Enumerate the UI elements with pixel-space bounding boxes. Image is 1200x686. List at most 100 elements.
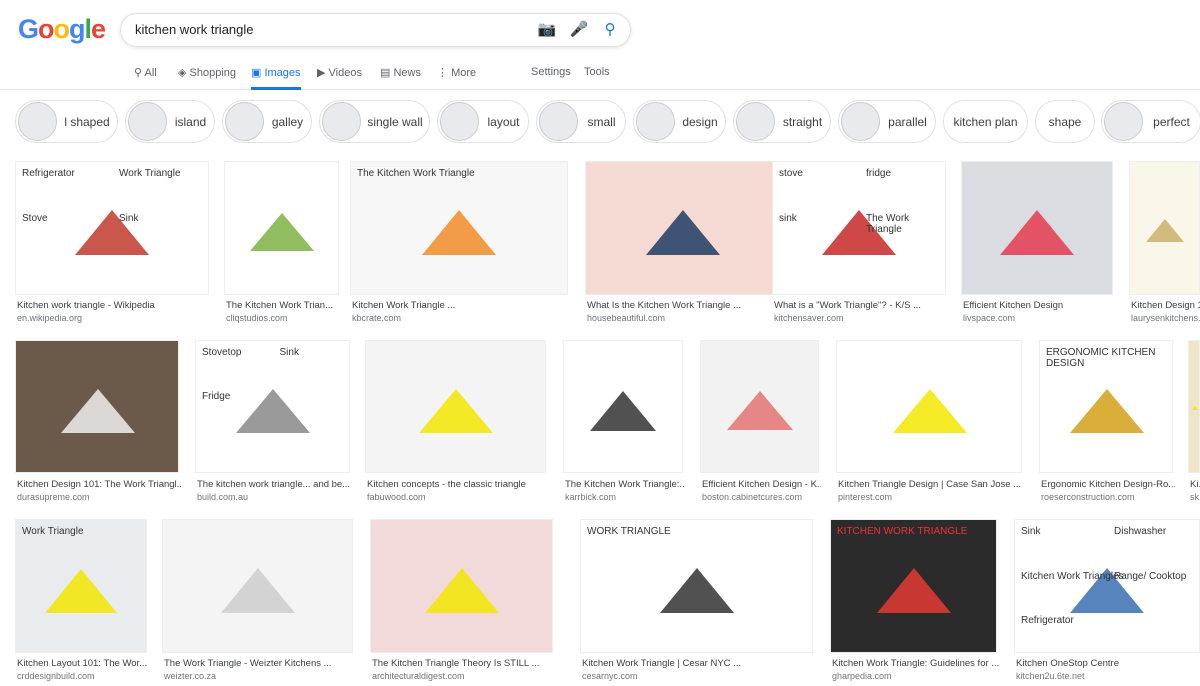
chip-island[interactable]: island — [125, 100, 215, 143]
chip-small[interactable]: small — [536, 100, 626, 143]
result-title[interactable]: Kitchen Work Triangle | Cesar NYC ... — [582, 658, 815, 671]
result-title[interactable]: Kitchen Layout 101: The Wor... — [17, 658, 149, 671]
result-title[interactable]: Kitchen Design 1... — [1131, 300, 1200, 313]
triangle-graphic — [220, 568, 295, 614]
tab-videos[interactable]: ▶ Videos — [317, 66, 362, 90]
mic-icon[interactable]: 🎤 — [569, 20, 589, 38]
image-label: Work Triangle — [119, 168, 181, 179]
chip-shape[interactable]: shape — [1035, 100, 1095, 143]
chip-perfect[interactable]: perfect — [1101, 100, 1200, 143]
image-caption[interactable]: Kitchen Triangle Design | Case San Jose … — [838, 479, 1024, 502]
camera-icon[interactable]: 📷 — [537, 20, 557, 38]
chip-galley[interactable]: galley — [222, 100, 312, 143]
result-title[interactable]: What is a "Work Triangle"? - K/S ... — [774, 300, 948, 313]
triangle-graphic — [590, 390, 657, 431]
chip-label: parallel — [888, 114, 927, 129]
image-thumbnail[interactable]: stove fridge sink The Work Triangle — [772, 161, 946, 295]
image-icon: ▣ — [251, 67, 265, 79]
image-caption[interactable]: Kitchen Work Triangle | Cesar NYC ... ces… — [582, 658, 815, 681]
image-caption[interactable]: The Work Triangle - Weizter Kitchens ...… — [164, 658, 355, 681]
tab-images[interactable]: ▣ Images — [251, 66, 301, 90]
image-caption[interactable]: Ki...sk... — [1190, 479, 1200, 502]
image-caption[interactable]: The Kitchen Work Triangle:... karrbick.co… — [565, 479, 685, 502]
image-caption[interactable]: Efficient Kitchen Design livspace.com — [963, 300, 1115, 323]
triangle-graphic — [876, 568, 951, 614]
image-label: Stovetop — [202, 347, 242, 358]
image-thumbnail[interactable] — [162, 519, 353, 653]
result-source: sk... — [1190, 492, 1200, 502]
result-title[interactable]: Kitchen Triangle Design | Case San Jose … — [838, 479, 1024, 492]
tab-label: Images — [264, 67, 301, 79]
image-thumbnail[interactable] — [1188, 340, 1200, 473]
tab-all[interactable]: ⚲ All — [134, 66, 157, 90]
image-thumbnail[interactable] — [1129, 161, 1200, 295]
image-caption[interactable]: Kitchen Design 1...laurysenkitchens.c... — [1131, 300, 1200, 323]
result-title[interactable]: The Work Triangle - Weizter Kitchens ... — [164, 658, 355, 671]
search-input[interactable] — [135, 22, 525, 37]
image-thumbnail[interactable]: Work Triangle — [15, 519, 147, 653]
image-thumbnail[interactable]: The Kitchen Work Triangle — [350, 161, 568, 295]
image-caption[interactable]: Kitchen Work Triangle ... kbcrate.com — [352, 300, 570, 323]
result-title[interactable]: Kitchen OneStop Centre — [1016, 658, 1200, 671]
chip-design[interactable]: design — [633, 100, 726, 143]
tab-news[interactable]: ▤ News — [380, 66, 421, 90]
result-title[interactable]: The Kitchen Work Trian... — [226, 300, 341, 313]
tab-settings[interactable]: Settings — [531, 66, 571, 90]
result-title[interactable]: Ergonomic Kitchen Design-Ro... — [1041, 479, 1175, 492]
image-label: Work Triangle — [22, 526, 84, 537]
image-thumbnail[interactable]: WORK TRIANGLE — [580, 519, 813, 653]
tab-tools[interactable]: Tools — [584, 66, 610, 90]
image-thumbnail[interactable] — [700, 340, 819, 473]
image-thumbnail[interactable]: Stovetop Sink Fridge — [195, 340, 350, 473]
chip-straight[interactable]: straight — [733, 100, 831, 143]
result-title[interactable]: Kitchen Work Triangle: Guidelines for ..… — [832, 658, 999, 671]
image-thumbnail[interactable]: Refrigerator Work Triangle Stove Sink — [15, 161, 209, 295]
search-icon[interactable]: ⚲ — [600, 20, 620, 38]
chip-l-shaped[interactable]: l shaped — [15, 100, 118, 143]
image-caption[interactable]: Kitchen Design 101: The Work Triangl... d… — [17, 479, 181, 502]
image-caption[interactable]: What Is the Kitchen Work Triangle ... hou… — [587, 300, 783, 323]
result-title[interactable]: The kitchen work triangle... and be... — [197, 479, 352, 492]
google-logo[interactable]: Google — [18, 14, 106, 45]
chip-single-wall[interactable]: single wall — [319, 100, 430, 143]
image-caption[interactable]: The Kitchen Triangle Theory Is STILL ...… — [372, 658, 555, 681]
result-title[interactable]: The Kitchen Triangle Theory Is STILL ... — [372, 658, 555, 671]
result-title[interactable]: Efficient Kitchen Design - K... — [702, 479, 821, 492]
image-thumbnail[interactable] — [961, 161, 1113, 295]
result-title[interactable]: Kitchen concepts - the classic triangle — [367, 479, 548, 492]
image-thumbnail[interactable] — [370, 519, 553, 653]
image-thumbnail[interactable] — [836, 340, 1022, 473]
image-caption[interactable]: The kitchen work triangle... and be... bu… — [197, 479, 352, 502]
image-thumbnail[interactable]: Sink Dishwasher Kitchen Work Triangles Rang… — [1014, 519, 1200, 653]
image-thumbnail[interactable] — [585, 161, 781, 295]
image-thumbnail[interactable]: KITCHEN WORK TRIANGLE — [830, 519, 997, 653]
image-caption[interactable]: Kitchen Layout 101: The Wor... crddesignb… — [17, 658, 149, 681]
result-title[interactable]: Ki... — [1190, 479, 1200, 492]
image-caption[interactable]: Ergonomic Kitchen Design-Ro... roesercons… — [1041, 479, 1175, 502]
result-title[interactable]: Efficient Kitchen Design — [963, 300, 1115, 313]
tab-label: News — [393, 67, 421, 79]
result-title[interactable]: What Is the Kitchen Work Triangle ... — [587, 300, 783, 313]
tab-shopping[interactable]: ◈ Shopping — [178, 66, 236, 90]
tab-label: Shopping — [189, 67, 237, 79]
image-thumbnail[interactable] — [365, 340, 546, 473]
image-thumbnail[interactable] — [15, 340, 179, 473]
image-thumbnail[interactable]: ERGONOMIC KITCHEN DESIGN — [1039, 340, 1173, 473]
result-title[interactable]: Kitchen Work Triangle ... — [352, 300, 570, 313]
image-thumbnail[interactable] — [563, 340, 683, 473]
result-title[interactable]: Kitchen Design 101: The Work Triangl... — [17, 479, 181, 492]
image-caption[interactable]: Kitchen concepts - the classic triangle f… — [367, 479, 548, 502]
tab-more[interactable]: ⋮ More — [437, 66, 476, 90]
chip-parallel[interactable]: parallel — [838, 100, 936, 143]
image-caption[interactable]: Efficient Kitchen Design - K... boston.ca… — [702, 479, 821, 502]
image-caption[interactable]: What is a "Work Triangle"? - K/S ... kitc… — [774, 300, 948, 323]
image-caption[interactable]: The Kitchen Work Trian... cliqstudios.com — [226, 300, 341, 323]
image-caption[interactable]: Kitchen OneStop Centre kitchen2u.6te.net — [1016, 658, 1200, 681]
image-caption[interactable]: Kitchen Work Triangle: Guidelines for ..… — [832, 658, 999, 681]
image-caption[interactable]: Kitchen work triangle - Wikipedia en.wiki… — [17, 300, 211, 323]
result-title[interactable]: Kitchen work triangle - Wikipedia — [17, 300, 211, 313]
chip-layout[interactable]: layout — [437, 100, 529, 143]
image-thumbnail[interactable] — [224, 161, 339, 295]
result-title[interactable]: The Kitchen Work Triangle:... — [565, 479, 685, 492]
chip-kitchen-plan[interactable]: kitchen plan — [943, 100, 1028, 143]
